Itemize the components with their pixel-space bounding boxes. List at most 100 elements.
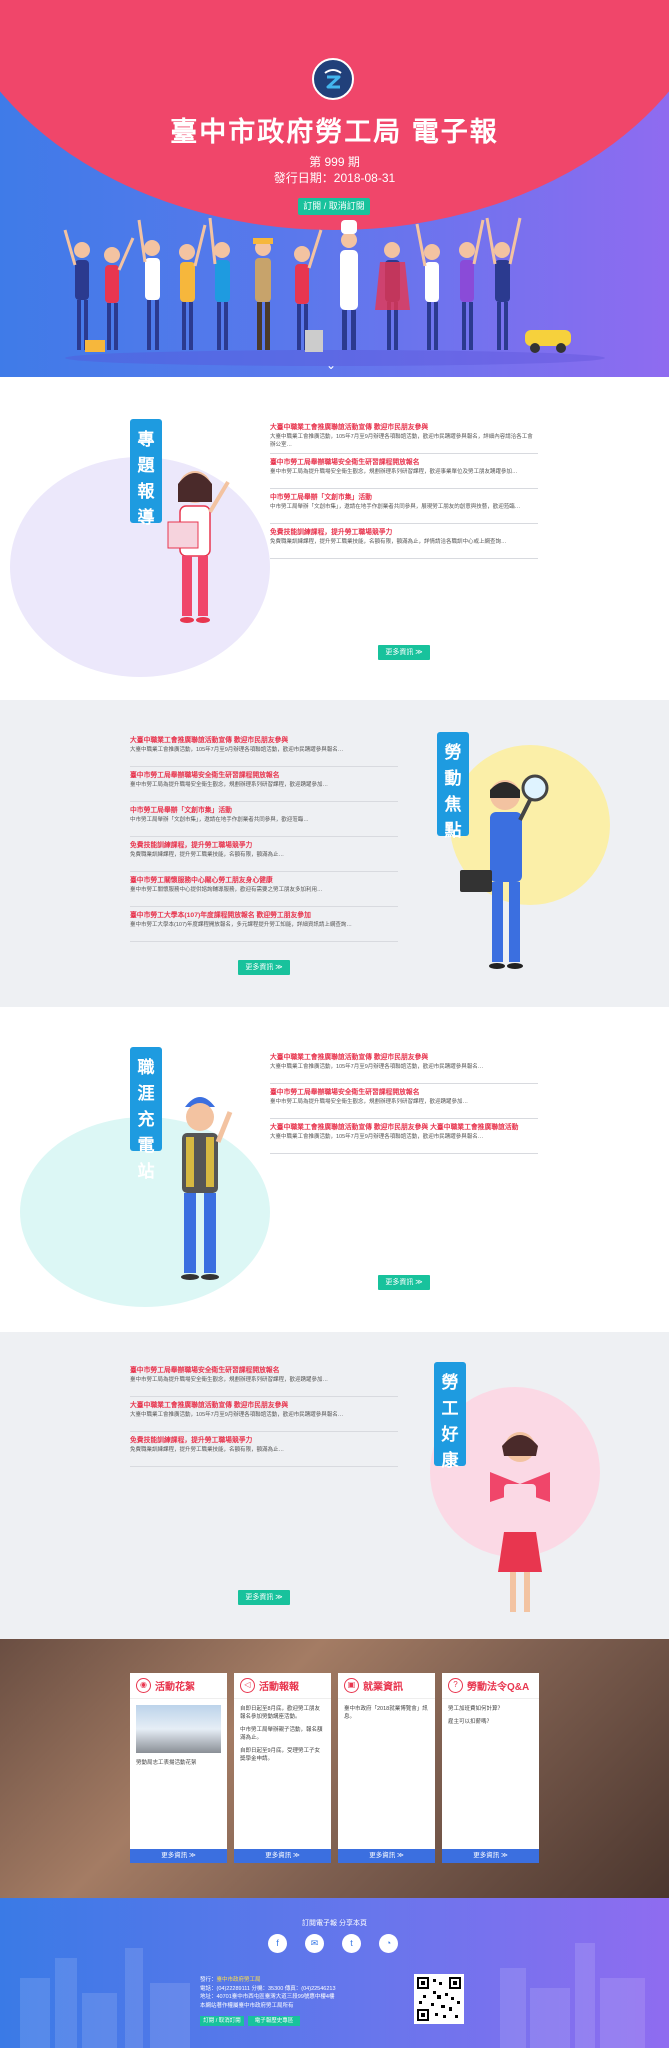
- item-title[interactable]: 臺中市勞工局舉辦職場安全衛生研習課程開放報名: [130, 1366, 398, 1375]
- list-item[interactable]: 臺中市勞工關懷服務中心關心勞工朋友身心健康 臺中市勞工關懷服務中心提供諮詢輔導服務…: [130, 872, 398, 907]
- card-header: ◁ 活動報報: [234, 1673, 331, 1699]
- card-title: 活動花絮: [155, 1682, 195, 1693]
- card-text[interactable]: 中市勞工局舉辦親子活動，報名額滿為止。: [240, 1726, 325, 1742]
- item-title[interactable]: 大臺中職業工會推廣聯誼活動宣傳 歡迎市民朋友參與: [270, 423, 538, 432]
- item-desc: 臺中市勞工大學本(107)年度課程開放報名，多元課程提升勞工知能，詳細資訊請上網…: [130, 922, 352, 928]
- footer-phone: 電話：(04)22289111 分機：35300 傳真：(04)22546213: [200, 1985, 336, 1992]
- list-item[interactable]: 臺中市勞工局舉辦職場安全衛生研習課程開放報名 臺中市勞工局為提升職場安全衛生觀念，…: [270, 1084, 538, 1119]
- list-item[interactable]: 免費技能訓練課程，提升勞工職場競爭力 免費職業訓練課程，提升勞工職業技能，名額有限…: [130, 837, 398, 872]
- footer-archive-button[interactable]: 電子報歷史專區: [248, 2016, 300, 2026]
- line-icon[interactable]: ◔: [379, 1934, 398, 1953]
- footer-share-title: 訂閱電子報 分享本頁: [302, 1920, 367, 1927]
- list-item[interactable]: 大臺中職業工會推廣聯誼活動宣傳 歡迎市民朋友參與 大臺中職業工會推廣聯誼活動 大臺…: [270, 1119, 538, 1154]
- list-item[interactable]: 中市勞工局舉辦「文創市集」活動 中市勞工局舉辦「文創市集」，邀請在地手作創業者共同…: [270, 489, 538, 524]
- list-item[interactable]: 大臺中職業工會推廣聯誼活動宣傳 歡迎市民朋友參與 大臺中職業工會推廣活動，105年…: [130, 1397, 398, 1432]
- card-text[interactable]: 雇主可以扣薪嗎？: [448, 1718, 533, 1726]
- footer-copyright: 本網站著作權屬臺中市政府勞工局所有: [200, 2002, 294, 2009]
- item-title[interactable]: 中市勞工局舉辦「文創市集」活動: [130, 806, 398, 815]
- item-title[interactable]: 中市勞工局舉辦「文創市集」活動: [270, 493, 538, 502]
- item-title[interactable]: 大臺中職業工會推廣聯誼活動宣傳 歡迎市民朋友參與: [130, 736, 398, 745]
- facebook-icon[interactable]: f: [268, 1934, 287, 1953]
- workers-crowd-illustration: [63, 217, 605, 366]
- card-more-button[interactable]: 更多資訊 ≫: [338, 1849, 435, 1863]
- email-icon[interactable]: ✉: [305, 1934, 324, 1953]
- item-title[interactable]: 臺中市勞工局舉辦職場安全衛生研習課程開放報名: [130, 771, 398, 780]
- page-title: 臺中市政府勞工局 電子報: [170, 117, 499, 147]
- card-text[interactable]: 自即日起至9月底，受理勞工子女獎學金申請。: [240, 1747, 325, 1763]
- twitter-icon[interactable]: t: [342, 1934, 361, 1953]
- card-more-button[interactable]: 更多資訊 ≫: [130, 1849, 227, 1863]
- publisher-label: 發行：: [200, 1977, 217, 1983]
- publisher-link[interactable]: 臺中市政府勞工局: [217, 1977, 261, 1983]
- item-desc: 臺中市勞工局為提升職場安全衛生觀念，規劃辦理系列研習課程，歡迎踴躍參加…: [130, 782, 329, 788]
- more-info-button[interactable]: 更多資訊 ≫: [378, 645, 430, 660]
- card-header: ▣ 就業資訊: [338, 1673, 435, 1699]
- site-footer: 訂閱電子報 分享本頁 f ✉ t ◔ 發行：臺中市政府勞工局 電話：(04)22…: [0, 1898, 669, 2048]
- card-body: 臺中市政府「2018就業博覽會」訊息。: [338, 1699, 435, 1732]
- news-list: 大臺中職業工會推廣聯誼活動宣傳 歡迎市民朋友參與 大臺中職業工會推廣活動，105年…: [130, 732, 398, 942]
- item-title[interactable]: 免費技能訓練課程，提升勞工職場競爭力: [270, 528, 538, 537]
- card-event-highlights: ◉ 活動花絮 勞動局志工表揚活動花絮 更多資訊 ≫: [130, 1673, 227, 1863]
- item-desc: 大臺中職業工會推廣活動，105年7月至9月辦理各項聯誼活動，歡迎市民踴躍參與報名…: [130, 747, 344, 753]
- item-desc: 中市勞工局舉辦「文創市集」，邀請在地手作創業者共同參與，展現勞工朋友的創意與技藝…: [270, 504, 521, 510]
- item-title[interactable]: 大臺中職業工會推廣聯誼活動宣傳 歡迎市民朋友參與: [270, 1053, 538, 1062]
- list-item[interactable]: 中市勞工局舉辦「文創市集」活動 中市勞工局舉辦「文創市集」，邀請在地手作創業者共同…: [130, 802, 398, 837]
- event-photo[interactable]: [136, 1705, 221, 1753]
- list-item[interactable]: 大臺中職業工會推廣聯誼活動宣傳 歡迎市民朋友參與 大臺中職業工會推廣活動，105年…: [270, 1049, 538, 1084]
- item-title[interactable]: 大臺中職業工會推廣聯誼活動宣傳 歡迎市民朋友參與: [130, 1401, 398, 1410]
- item-desc: 免費職業訓練課程，提升勞工職業技能，名額有限，額滿為止…: [130, 1447, 285, 1453]
- item-title[interactable]: 臺中市勞工局舉辦職場安全衛生研習課程開放報名: [270, 458, 538, 467]
- list-item[interactable]: 臺中市勞工局舉辦職場安全衛生研習課程開放報名 臺中市勞工局為提升職場安全衛生觀念，…: [270, 454, 538, 489]
- item-title[interactable]: 大臺中職業工會推廣聯誼活動宣傳 歡迎市民朋友參與 大臺中職業工會推廣聯誼活動: [270, 1123, 538, 1132]
- item-title[interactable]: 臺中市勞工大學本(107)年度課程開放報名 歡迎勞工朋友參加: [130, 911, 398, 920]
- card-labor-law-qa: ? 勞動法令Q&A 勞工加班費如何計算？ 雇主可以扣薪嗎？ 更多資訊 ≫: [442, 1673, 539, 1863]
- section-feature-report: 專題報導 大臺中職業工會推廣聯誼活動宣傳 歡迎市民朋友參與 大臺中職業工會推廣活動…: [0, 377, 669, 700]
- news-list: 大臺中職業工會推廣聯誼活動宣傳 歡迎市民朋友參與 大臺中職業工會推廣活動，105年…: [270, 419, 538, 559]
- hero-banner: 臺中市政府勞工局 電子報 第 999 期 發行日期：2018-08-31 訂閱 …: [0, 0, 669, 377]
- more-info-button[interactable]: 更多資訊 ≫: [238, 960, 290, 975]
- card-body: 自即日起至8月底，歡迎勞工朋友報名參加勞動講座活動。 中市勞工局舉辦親子活動，報…: [234, 1699, 331, 1774]
- footer-subscribe-button[interactable]: 訂閱 / 取消訂閱: [200, 2016, 244, 2026]
- list-item[interactable]: 臺中市勞工局舉辦職場安全衛生研習課程開放報名 臺中市勞工局為提升職場安全衛生觀念，…: [130, 1362, 398, 1397]
- issue-number: 第 999 期: [309, 155, 360, 169]
- card-more-button[interactable]: 更多資訊 ≫: [234, 1849, 331, 1863]
- section-tag: 勞工好康: [434, 1362, 466, 1470]
- list-item[interactable]: 大臺中職業工會推廣聯誼活動宣傳 歡迎市民朋友參與 大臺中職業工會推廣活動，105年…: [130, 732, 398, 767]
- news-list: 臺中市勞工局舉辦職場安全衛生研習課程開放報名 臺中市勞工局為提升職場安全衛生觀念，…: [130, 1362, 398, 1467]
- item-desc: 中市勞工局舉辦「文創市集」，邀請在地手作創業者共同參與，歡迎蒞臨…: [130, 817, 309, 823]
- list-item[interactable]: 臺中市勞工局舉辦職場安全衛生研習課程開放報名 臺中市勞工局為提升職場安全衛生觀念，…: [130, 767, 398, 802]
- list-item[interactable]: 免費技能訓練課程，提升勞工職場競爭力 免費職業訓練課程，提升勞工職業技能，名額有限…: [130, 1432, 398, 1467]
- construction-worker-illustration: [181, 1097, 233, 1280]
- footer-address: 地址：40701臺中市西屯區臺灣大道三段99號惠中樓4樓: [200, 1994, 335, 2000]
- list-item[interactable]: 免費技能訓練課程，提升勞工職場競爭力 免費職業訓練課程，提升勞工職業技能，名額有限…: [270, 524, 538, 559]
- item-title[interactable]: 免費技能訓練課程，提升勞工職場競爭力: [130, 841, 398, 850]
- item-title[interactable]: 臺中市勞工關懷服務中心關心勞工朋友身心健康: [130, 876, 398, 885]
- item-desc: 臺中市勞工局為提升職場安全衛生觀念，規劃辦理系列研習課程，歡迎踴躍參加…: [130, 1377, 329, 1383]
- item-desc: 免費職業訓練課程，提升勞工職業技能，名額有限，額滿為止…: [130, 852, 285, 858]
- item-desc: 臺中市勞工局為提升職場安全衛生觀念，規劃辦理系列研習課程，歡迎踴躍參加…: [270, 1099, 469, 1105]
- card-more-button[interactable]: 更多資訊 ≫: [442, 1849, 539, 1863]
- card-text[interactable]: 勞動局志工表揚活動花絮: [136, 1759, 221, 1767]
- card-body: 勞工加班費如何計算？ 雇主可以扣薪嗎？: [442, 1699, 539, 1737]
- list-item[interactable]: 臺中市勞工大學本(107)年度課程開放報名 歡迎勞工朋友參加 臺中市勞工大學本(1…: [130, 907, 398, 942]
- news-list: 大臺中職業工會推廣聯誼活動宣傳 歡迎市民朋友參與 大臺中職業工會推廣活動，105年…: [270, 1049, 538, 1154]
- card-event-news: ◁ 活動報報 自即日起至8月底，歡迎勞工朋友報名參加勞動講座活動。 中市勞工局舉辦…: [234, 1673, 331, 1863]
- question-icon: ?: [448, 1678, 463, 1693]
- scroll-down-icon[interactable]: ⌄: [326, 358, 336, 372]
- card-header: ◉ 活動花絮: [130, 1673, 227, 1699]
- more-info-button[interactable]: 更多資訊 ≫: [238, 1590, 290, 1605]
- card-text[interactable]: 自即日起至8月底，歡迎勞工朋友報名參加勞動講座活動。: [240, 1705, 325, 1721]
- card-text[interactable]: 勞工加班費如何計算？: [448, 1705, 533, 1713]
- woman-gift-illustration: [490, 1432, 550, 1612]
- section-worker-benefits: 勞工好康 臺中市勞工局舉辦職場安全衛生研習課程開放報名 臺中市勞工局為提升職場安全…: [0, 1332, 669, 1639]
- card-title: 就業資訊: [363, 1682, 403, 1693]
- labor-bureau-logo[interactable]: [312, 58, 354, 100]
- newsletter-page: 臺中市政府勞工局 電子報 第 999 期 發行日期：2018-08-31 訂閱 …: [0, 0, 669, 2048]
- item-title[interactable]: 臺中市勞工局舉辦職場安全衛生研習課程開放報名: [270, 1088, 538, 1097]
- item-title[interactable]: 免費技能訓練課程，提升勞工職場競爭力: [130, 1436, 398, 1445]
- item-desc: 臺中市勞工關懷服務中心提供諮詢輔導服務，歡迎有需要之勞工朋友多加利用…: [130, 887, 323, 893]
- item-desc: 免費職業訓練課程，提升勞工職業技能，名額有限，額滿為止，詳情請洽各職訓中心或上網…: [270, 539, 507, 545]
- list-item[interactable]: 大臺中職業工會推廣聯誼活動宣傳 歡迎市民朋友參與 大臺中職業工會推廣活動，105年…: [270, 419, 538, 454]
- more-info-button[interactable]: 更多資訊 ≫: [378, 1275, 430, 1290]
- card-text[interactable]: 臺中市政府「2018就業博覽會」訊息。: [344, 1705, 429, 1721]
